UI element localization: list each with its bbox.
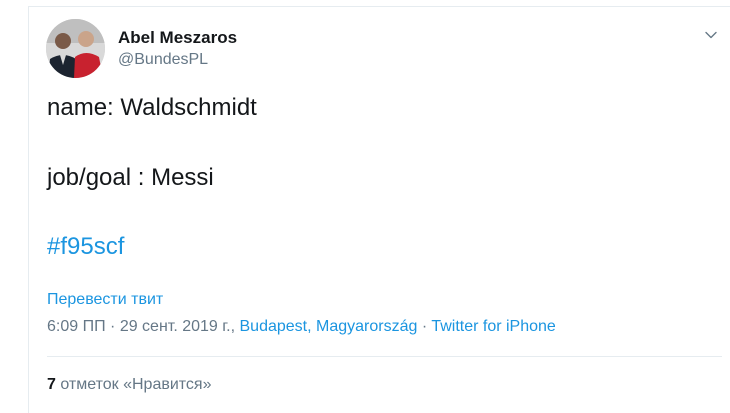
likes-number: 7 — [47, 376, 56, 393]
source-link[interactable]: Twitter for iPhone — [431, 318, 556, 335]
meta-separator: · — [105, 318, 120, 335]
tweet-date[interactable]: 29 сент. 2019 г., — [120, 318, 235, 335]
chevron-down-icon[interactable] — [703, 27, 719, 43]
tweet-time[interactable]: 6:09 ПП — [47, 318, 106, 335]
card-top-border — [28, 6, 730, 7]
avatar[interactable] — [46, 19, 105, 78]
author-handle[interactable]: @BundesPL — [118, 51, 208, 69]
meta-separator: · — [417, 318, 432, 335]
tweet-metadata: 6:09 ПП · 29 сент. 2019 г., Budapest, Ma… — [47, 318, 556, 336]
translate-tweet-link[interactable]: Перевести твит — [47, 291, 163, 309]
tweet-text-line: job/goal : Messi — [47, 164, 214, 191]
location-link[interactable]: Budapest, Magyarország — [240, 318, 418, 335]
likes-count[interactable]: 7 отметок «Нравится» — [47, 376, 212, 394]
card-left-border — [28, 6, 29, 413]
author-name[interactable]: Abel Meszaros — [118, 28, 237, 48]
likes-label: отметок «Нравится» — [60, 376, 212, 393]
divider — [47, 356, 722, 357]
avatar-photo-icon — [46, 19, 105, 78]
tweet-text-line: name: Waldschmidt — [47, 94, 257, 121]
hashtag-link[interactable]: #f95scf — [47, 233, 124, 261]
